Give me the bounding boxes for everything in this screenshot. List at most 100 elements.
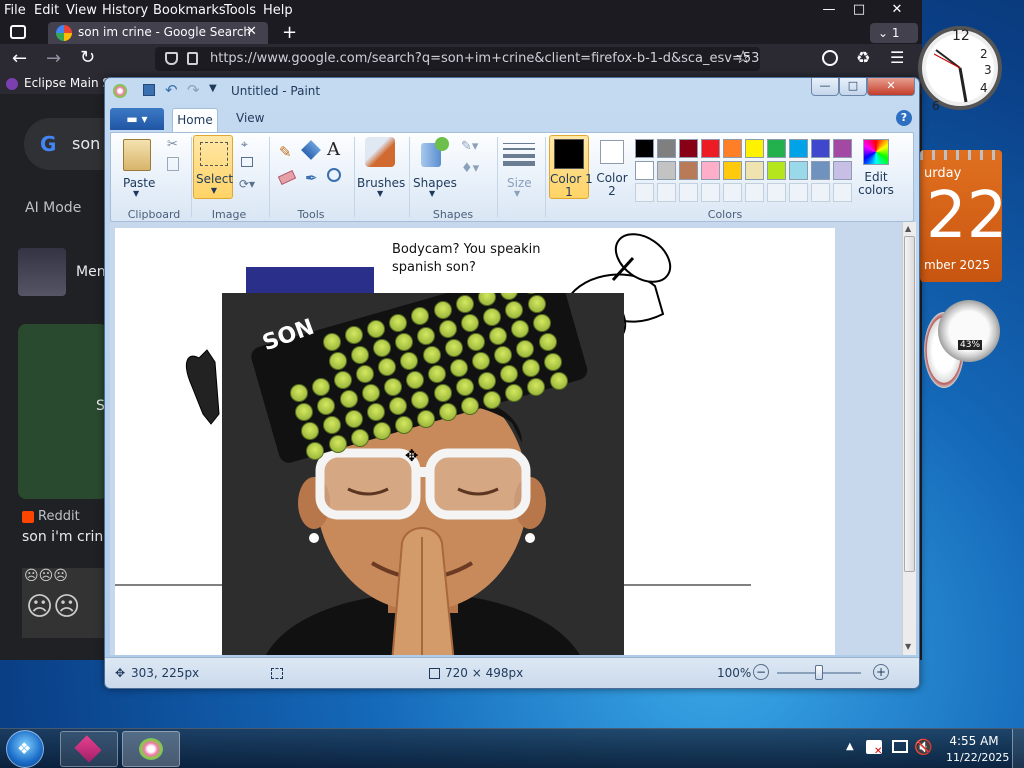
- custom-color-slot[interactable]: [767, 183, 786, 202]
- palette-swatch[interactable]: [811, 139, 830, 158]
- extensions-icon[interactable]: ♻: [856, 48, 870, 67]
- redo-icon[interactable]: ↷: [187, 81, 200, 99]
- forward-arrow-icon[interactable]: →: [46, 48, 61, 69]
- menu-edit[interactable]: Edit: [34, 3, 59, 18]
- taskbar-paint[interactable]: [122, 731, 180, 767]
- scroll-thumb[interactable]: [904, 236, 915, 572]
- fill-icon[interactable]: [301, 140, 321, 160]
- outline-icon[interactable]: ✎▾: [461, 139, 478, 154]
- eraser-icon[interactable]: [277, 170, 297, 185]
- tab-close-icon[interactable]: ✕: [246, 24, 257, 39]
- custom-color-slot[interactable]: [701, 183, 720, 202]
- emoji-image[interactable]: ☹☹☹ ☹☹: [22, 568, 104, 638]
- custom-color-slot[interactable]: [811, 183, 830, 202]
- palette-swatch[interactable]: [723, 139, 742, 158]
- ai-mode-tab[interactable]: AI Mode: [25, 200, 81, 216]
- reload-icon[interactable]: ↻: [80, 47, 95, 68]
- text-icon[interactable]: A: [327, 139, 340, 160]
- color2-button[interactable]: Color 2: [593, 137, 631, 199]
- paste-button[interactable]: Paste: [123, 176, 155, 190]
- palette-swatch[interactable]: [701, 161, 720, 180]
- shapes-button[interactable]: Shapes: [413, 176, 457, 190]
- new-tab-icon[interactable]: +: [282, 22, 297, 43]
- menu-hamburger-icon[interactable]: ☰: [890, 48, 904, 67]
- help-icon[interactable]: ?: [896, 110, 912, 126]
- close-button[interactable]: ✕: [880, 0, 914, 20]
- zoom-in-icon[interactable]: +: [873, 664, 889, 680]
- back-arrow-icon[interactable]: ←: [12, 48, 27, 69]
- palette-swatch[interactable]: [679, 161, 698, 180]
- canvas-area[interactable]: Bodycam? You speakin spanish son? SON ✥: [110, 222, 904, 655]
- vertical-scrollbar[interactable]: ▲ ▼: [902, 222, 916, 655]
- sidebar-item[interactable]: Men: [76, 264, 106, 280]
- quick-access-dropdown-icon[interactable]: ▼: [209, 83, 217, 94]
- palette-swatch[interactable]: [701, 139, 720, 158]
- palette-swatch[interactable]: [657, 161, 676, 180]
- tray-clock[interactable]: 4:55 AM 11/22/2025: [946, 734, 1009, 764]
- custom-color-slot[interactable]: [657, 183, 676, 202]
- brushes-dropdown-icon[interactable]: ▼: [377, 189, 383, 198]
- taskbar-app-1[interactable]: [60, 731, 118, 767]
- select-button[interactable]: Select ▼: [193, 135, 233, 199]
- crop-icon[interactable]: ⌖: [241, 137, 248, 152]
- copy-icon[interactable]: [167, 157, 179, 171]
- paint-minimize-button[interactable]: —: [811, 78, 839, 96]
- brush-icon[interactable]: [365, 137, 395, 167]
- palette-swatch[interactable]: [767, 161, 786, 180]
- palette-swatch[interactable]: [767, 139, 786, 158]
- palette-swatch[interactable]: [745, 139, 764, 158]
- custom-color-slot[interactable]: [745, 183, 764, 202]
- bookmark-star-icon[interactable]: ☆: [735, 47, 751, 68]
- palette-swatch[interactable]: [833, 161, 852, 180]
- menu-help[interactable]: Help: [263, 3, 293, 18]
- tab-view[interactable]: View: [236, 111, 264, 125]
- scroll-up-icon[interactable]: ▲: [905, 224, 911, 233]
- shapes-dropdown-icon[interactable]: ▼: [429, 189, 435, 198]
- cut-icon[interactable]: ✂: [167, 137, 178, 152]
- palette-swatch[interactable]: [811, 161, 830, 180]
- action-center-icon[interactable]: ✕: [866, 740, 882, 757]
- shape-fill-icon[interactable]: ♦▾: [461, 161, 479, 176]
- minimize-button[interactable]: —: [812, 0, 846, 20]
- paste-dropdown-icon[interactable]: ▼: [133, 189, 139, 198]
- zoom-out-icon[interactable]: −: [753, 664, 769, 680]
- palette-swatch[interactable]: [833, 139, 852, 158]
- custom-color-slot[interactable]: [723, 183, 742, 202]
- palette-swatch[interactable]: [789, 139, 808, 158]
- volume-muted-icon[interactable]: 🔇: [914, 738, 933, 756]
- edit-colors-icon[interactable]: [863, 139, 889, 165]
- start-button[interactable]: ❖: [6, 730, 44, 768]
- zoom-slider-thumb[interactable]: [815, 665, 823, 680]
- size-button[interactable]: Size: [507, 176, 532, 190]
- tray-expand-icon[interactable]: ▲: [846, 741, 854, 752]
- result-thumbnail[interactable]: [18, 248, 66, 296]
- custom-color-slot[interactable]: [679, 183, 698, 202]
- menu-file[interactable]: File: [4, 3, 26, 18]
- tab-view-icon[interactable]: [10, 25, 26, 39]
- palette-swatch[interactable]: [789, 161, 808, 180]
- tab-list-button[interactable]: ⌄ 1: [870, 23, 918, 43]
- color-picker-icon[interactable]: ✒: [305, 169, 318, 187]
- custom-color-slot[interactable]: [833, 183, 852, 202]
- save-icon[interactable]: [143, 84, 155, 96]
- video-preview[interactable]: S: [18, 324, 108, 499]
- rotate-icon[interactable]: ⟳▾: [239, 177, 255, 191]
- brushes-button[interactable]: Brushes: [357, 176, 405, 190]
- paint-maximize-button[interactable]: □: [839, 78, 867, 96]
- palette-swatch[interactable]: [745, 161, 764, 180]
- result-title[interactable]: son i'm crine: [22, 529, 112, 545]
- menu-history[interactable]: History: [102, 3, 148, 18]
- menu-tools[interactable]: Tools: [224, 3, 256, 18]
- drawing-canvas[interactable]: Bodycam? You speakin spanish son? SON ✥: [115, 228, 835, 655]
- network-icon[interactable]: [892, 740, 908, 753]
- palette-swatch[interactable]: [679, 139, 698, 158]
- edit-colors-label-2[interactable]: colors: [855, 183, 897, 197]
- clipboard-icon[interactable]: [123, 139, 151, 171]
- size-dropdown-icon[interactable]: ▼: [514, 189, 520, 198]
- tab-home[interactable]: Home: [172, 108, 218, 132]
- undo-icon[interactable]: ↶: [165, 81, 178, 99]
- maximize-button[interactable]: □: [842, 0, 876, 20]
- tab-google-search[interactable]: son im crine - Google Search ✕: [48, 22, 268, 44]
- palette-swatch[interactable]: [635, 161, 654, 180]
- paint-close-button[interactable]: ✕: [867, 78, 915, 96]
